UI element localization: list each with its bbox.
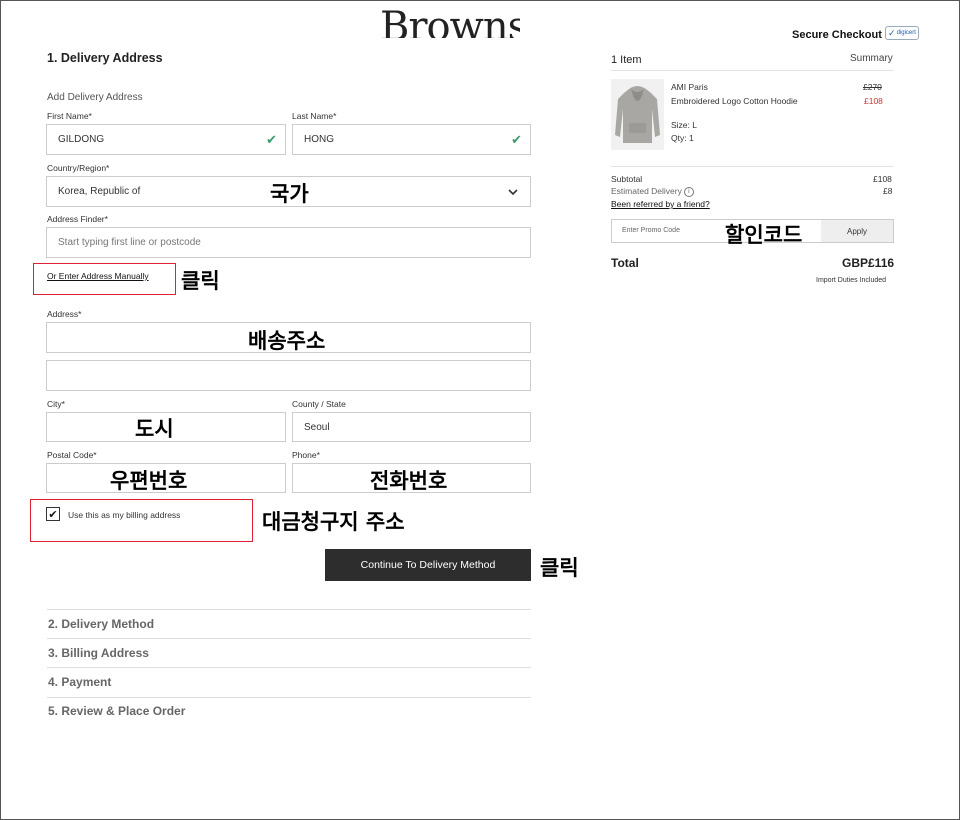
county-label: County / State: [292, 399, 346, 409]
checkmark-icon: ✔: [48, 508, 58, 521]
hoodie-image: [615, 86, 660, 143]
phone-label: Phone*: [292, 450, 320, 460]
address-line2-input[interactable]: [46, 360, 531, 391]
enter-address-manually-link[interactable]: Or Enter Address Manually: [47, 271, 149, 281]
last-name-field[interactable]: HONG ✔: [292, 124, 531, 155]
browns-logo[interactable]: Browns: [380, 4, 520, 38]
divider: [611, 166, 894, 167]
product-brand: AMI Paris: [671, 82, 708, 92]
total-label: Total: [611, 256, 639, 270]
product-qty: Qty: 1: [671, 133, 694, 143]
city-label: City*: [47, 399, 65, 409]
product-old-price: £270: [863, 82, 882, 92]
estimated-delivery-value: £8: [883, 186, 893, 196]
import-duties-note: Import Duties Included: [816, 277, 887, 284]
add-delivery-address-heading: Add Delivery Address: [47, 92, 143, 103]
referral-link[interactable]: Been referred by a friend?: [611, 199, 710, 209]
billing-checkbox[interactable]: ✔: [46, 507, 60, 521]
step-payment: 4. Payment: [48, 675, 112, 689]
annotation-address: 배송주소: [248, 329, 326, 353]
step-review-place-order: 5. Review & Place Order: [48, 704, 186, 718]
section-title-delivery-address: 1. Delivery Address: [47, 51, 163, 65]
step-delivery-method: 2. Delivery Method: [48, 617, 155, 631]
first-name-value: GILDONG: [58, 134, 105, 145]
divider: [47, 667, 531, 668]
apply-promo-button[interactable]: Apply: [821, 220, 893, 242]
annotation-postal: 우편번호: [110, 469, 188, 493]
info-icon[interactable]: i: [683, 186, 694, 197]
step-billing-address: 3. Billing Address: [48, 646, 149, 660]
digicert-badge: ✓ digicert: [885, 26, 919, 40]
county-value: Seoul: [304, 421, 330, 433]
address-label: Address*: [47, 309, 82, 319]
annotation-phone: 전화번호: [370, 469, 448, 493]
summary-label: Summary: [850, 53, 893, 64]
divider: [47, 697, 531, 698]
estimated-delivery-label: Estimated Delivery: [611, 186, 682, 196]
annotation-city: 도시: [135, 417, 174, 441]
digicert-text: digicert: [896, 30, 916, 36]
country-value: Korea, Republic of: [58, 186, 141, 197]
promo-code-input[interactable]: Enter Promo Code: [622, 227, 680, 234]
annotation-click-manual: 클릭: [181, 269, 220, 293]
last-name-value: HONG: [304, 134, 334, 145]
last-name-label: Last Name*: [292, 111, 337, 121]
country-label: Country/Region*: [47, 163, 110, 173]
first-name-label: First Name*: [47, 111, 92, 121]
digicert-check-icon: ✓: [888, 27, 896, 38]
highlight-billing-checkbox: [30, 499, 253, 542]
annotation-country: 국가: [270, 182, 309, 206]
postal-code-label: Postal Code*: [47, 450, 97, 460]
address-finder-placeholder: Start typing first line or postcode: [58, 237, 201, 248]
valid-check-icon: ✔: [266, 131, 277, 147]
total-value: GBP£116: [842, 256, 895, 270]
product-name[interactable]: Embroidered Logo Cotton Hoodie: [671, 96, 798, 106]
secure-checkout-label: Secure Checkout: [792, 29, 882, 41]
annotation-click-continue: 클릭: [540, 556, 579, 580]
subtotal-label: Subtotal: [611, 174, 643, 184]
divider: [47, 638, 531, 639]
billing-checkbox-label[interactable]: Use this as my billing address: [68, 510, 180, 520]
product-thumbnail[interactable]: [611, 79, 664, 150]
address-finder-input[interactable]: Start typing first line or postcode: [46, 227, 531, 258]
divider: [47, 609, 531, 610]
valid-check-icon: ✔: [511, 131, 522, 147]
estimated-delivery-row: Estimated Delivery i: [611, 186, 694, 197]
county-input[interactable]: Seoul: [292, 412, 531, 442]
continue-to-delivery-method-button[interactable]: Continue To Delivery Method: [325, 549, 531, 581]
address-finder-label: Address Finder*: [47, 214, 108, 224]
subtotal-value: £108: [873, 174, 892, 184]
first-name-field[interactable]: GILDONG ✔: [46, 124, 286, 155]
annotation-promo: 할인코드: [725, 223, 803, 247]
product-size: Size: L: [671, 120, 697, 130]
annotation-billing: 대금청구지 주소: [262, 510, 405, 534]
product-sale-price: £108: [864, 96, 883, 106]
chevron-down-icon: [508, 188, 518, 195]
divider: [611, 70, 894, 71]
item-count: 1 Item: [611, 54, 642, 66]
